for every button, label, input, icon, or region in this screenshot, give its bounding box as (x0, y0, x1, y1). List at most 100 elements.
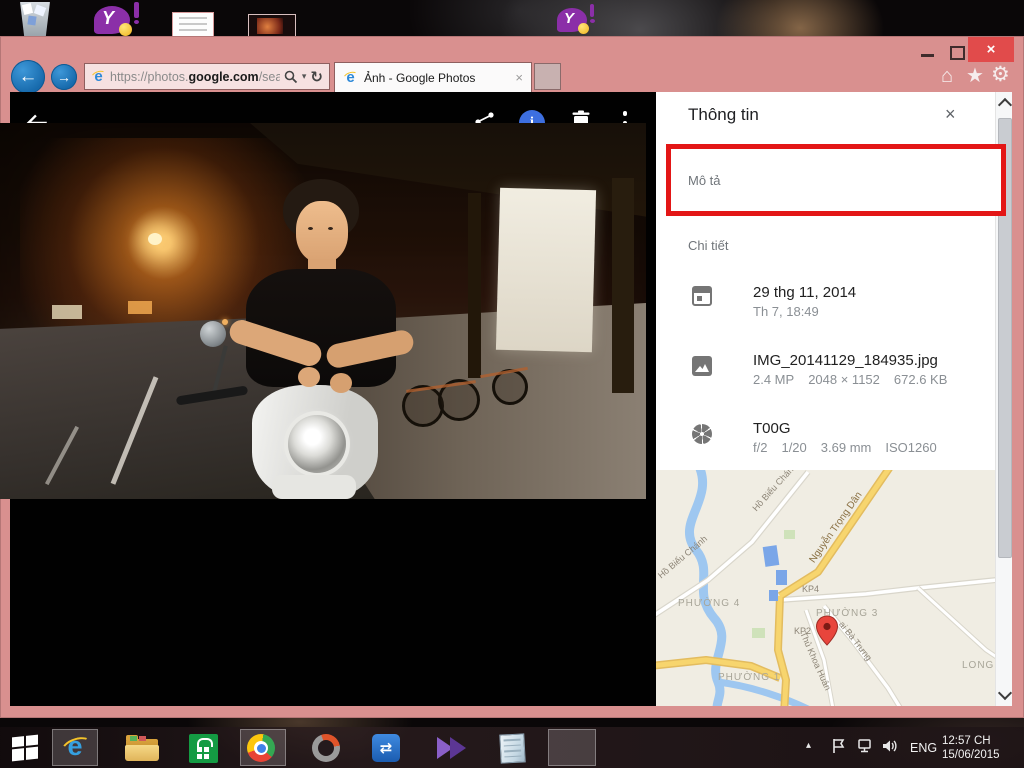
tab-google-photos[interactable]: e Ảnh - Google Photos × (334, 62, 532, 92)
map-label: KP4 (802, 584, 819, 594)
lit-shopfront (128, 301, 152, 314)
taskbar-kmplayer-icon-part (450, 737, 466, 759)
red-annotation-box: Mô tả (666, 144, 1006, 216)
taskbar-active-highlight (548, 729, 596, 766)
new-tab-button[interactable] (534, 63, 561, 90)
camera-iso: ISO1260 (885, 440, 936, 455)
camera-exposure: 1/20 (781, 440, 806, 455)
back-arrow-icon: ← (19, 66, 38, 88)
browser-back-button[interactable]: ← (11, 60, 45, 94)
details-heading: Chi tiết (688, 238, 728, 253)
refresh-icon[interactable]: ↻ (310, 68, 323, 86)
file-meta: 2.4 MP 2048 × 1152 672.6 KB (753, 372, 947, 387)
map-river-branch (718, 682, 814, 706)
close-icon: × (987, 41, 996, 58)
person-hand (298, 367, 320, 387)
image-file-icon (692, 356, 712, 376)
tab-title: Ảnh - Google Photos (364, 71, 475, 85)
taskbar-clock[interactable]: 12:57 CH 15/06/2015 (942, 734, 1014, 762)
yahoo-y-glyph: Y (102, 8, 114, 29)
file-dimensions: 2048 × 1152 (808, 372, 880, 387)
map-graphics (656, 470, 1012, 706)
pillar (612, 178, 634, 393)
teamviewer-arrows-glyph: ⇄ (380, 739, 393, 757)
camera-settings: f/2 1/20 3.69 mm ISO1260 (753, 440, 937, 455)
calendar-icon (692, 286, 712, 306)
settings-gear-icon[interactable]: ⚙ (991, 65, 1010, 85)
file-name: IMG_20141129_184935.jpg (753, 352, 938, 369)
person-hand (330, 373, 352, 393)
tab-close-icon[interactable]: × (515, 70, 523, 85)
map-label: LONG (962, 660, 994, 671)
taskbar-file-explorer-icon[interactable] (126, 739, 158, 760)
ie-page-icon: e (91, 69, 106, 84)
camera-model: T00G (753, 420, 791, 437)
photo-date: 29 thg 11, 2014 (753, 284, 856, 301)
yahoo-emoticon (119, 23, 132, 36)
browser-forward-button[interactable]: → (51, 64, 77, 90)
taskbar-chrome-icon[interactable] (247, 734, 275, 762)
file-megapixels: 2.4 MP (753, 372, 794, 387)
close-window-button[interactable]: × (968, 37, 1014, 62)
street-sign (52, 305, 82, 319)
map-park (784, 530, 795, 539)
distant-light (222, 319, 228, 325)
file-size: 672.6 KB (894, 372, 948, 387)
taskbar-notepad-icon[interactable] (499, 733, 525, 763)
home-icon[interactable]: ⌂ (941, 66, 953, 86)
description-field[interactable]: Mô tả (688, 173, 721, 188)
network-icon[interactable] (858, 739, 874, 753)
scroll-up-icon[interactable] (998, 98, 1012, 112)
taskbar-internet-explorer-icon[interactable]: e (60, 731, 90, 762)
scooter-headlight (288, 415, 346, 473)
camera-fstop: f/2 (753, 440, 767, 455)
photo-night-street-scene[interactable] (0, 123, 646, 499)
taskbar-browser-ring-icon[interactable] (312, 734, 340, 762)
language-indicator[interactable]: ENG (910, 741, 937, 755)
minimize-button[interactable] (921, 54, 934, 57)
scroll-down-icon[interactable] (998, 686, 1012, 700)
map-label: PHƯỜNG 1 (718, 672, 780, 683)
pillar (468, 193, 481, 378)
map-park (752, 628, 765, 638)
address-dropdown-caret-icon[interactable]: ▾ (302, 71, 307, 82)
forward-arrow-icon: → (57, 69, 71, 85)
volume-speaker-icon[interactable] (882, 739, 899, 753)
person-eye (308, 227, 313, 230)
taskbar-yahoo-messenger-icon[interactable]: Y (557, 8, 587, 32)
person-eye (328, 227, 333, 230)
search-icon[interactable] (284, 70, 298, 84)
yahoo-messenger-desktop-icon[interactable]: Y (94, 6, 130, 34)
location-map[interactable]: Hồ Biểu Chánh Nguyễn Trọng Dân Hồ Biểu C… (656, 470, 1012, 706)
info-panel-title: Thông tin (688, 105, 759, 125)
scooter-mirror (200, 321, 226, 347)
map-label: PHƯỜNG 4 (678, 598, 740, 609)
bright-wall-panel (496, 188, 596, 352)
scooter-fender (272, 475, 356, 499)
person-face (296, 201, 348, 263)
recycle-bin-icon[interactable] (18, 2, 52, 36)
camera-focal-length: 3.69 mm (821, 440, 872, 455)
tray-expand-icon[interactable]: ▴ (806, 741, 815, 750)
yahoo-exclamation (134, 2, 139, 18)
taskbar-teamviewer-icon[interactable]: ⇄ (372, 734, 400, 762)
action-center-flag-icon[interactable] (832, 738, 846, 754)
ie-tab-icon: e (343, 70, 358, 85)
clock-date: 15/06/2015 (942, 748, 1014, 762)
taskbar-windows-store-icon[interactable] (189, 734, 218, 763)
start-button[interactable] (12, 735, 38, 762)
map-label: PHƯỜNG 3 (816, 608, 878, 619)
favorites-star-icon[interactable]: ★ (966, 66, 984, 86)
yahoo-exclamation (590, 4, 594, 17)
clock-time: 12:57 CH (942, 734, 1014, 748)
photo-day-time: Th 7, 18:49 (753, 304, 819, 319)
yahoo-emoticon (578, 23, 589, 34)
address-bar[interactable]: e https://photos.google.com/sear ▾ ↻ (84, 63, 330, 90)
streetlight-bulb (148, 233, 162, 245)
camera-aperture-icon (692, 424, 712, 444)
map-building (769, 590, 778, 601)
maximize-button[interactable] (950, 46, 965, 60)
map-building (763, 545, 780, 567)
map-building (776, 570, 787, 585)
info-panel-close-icon[interactable]: × (945, 104, 956, 125)
